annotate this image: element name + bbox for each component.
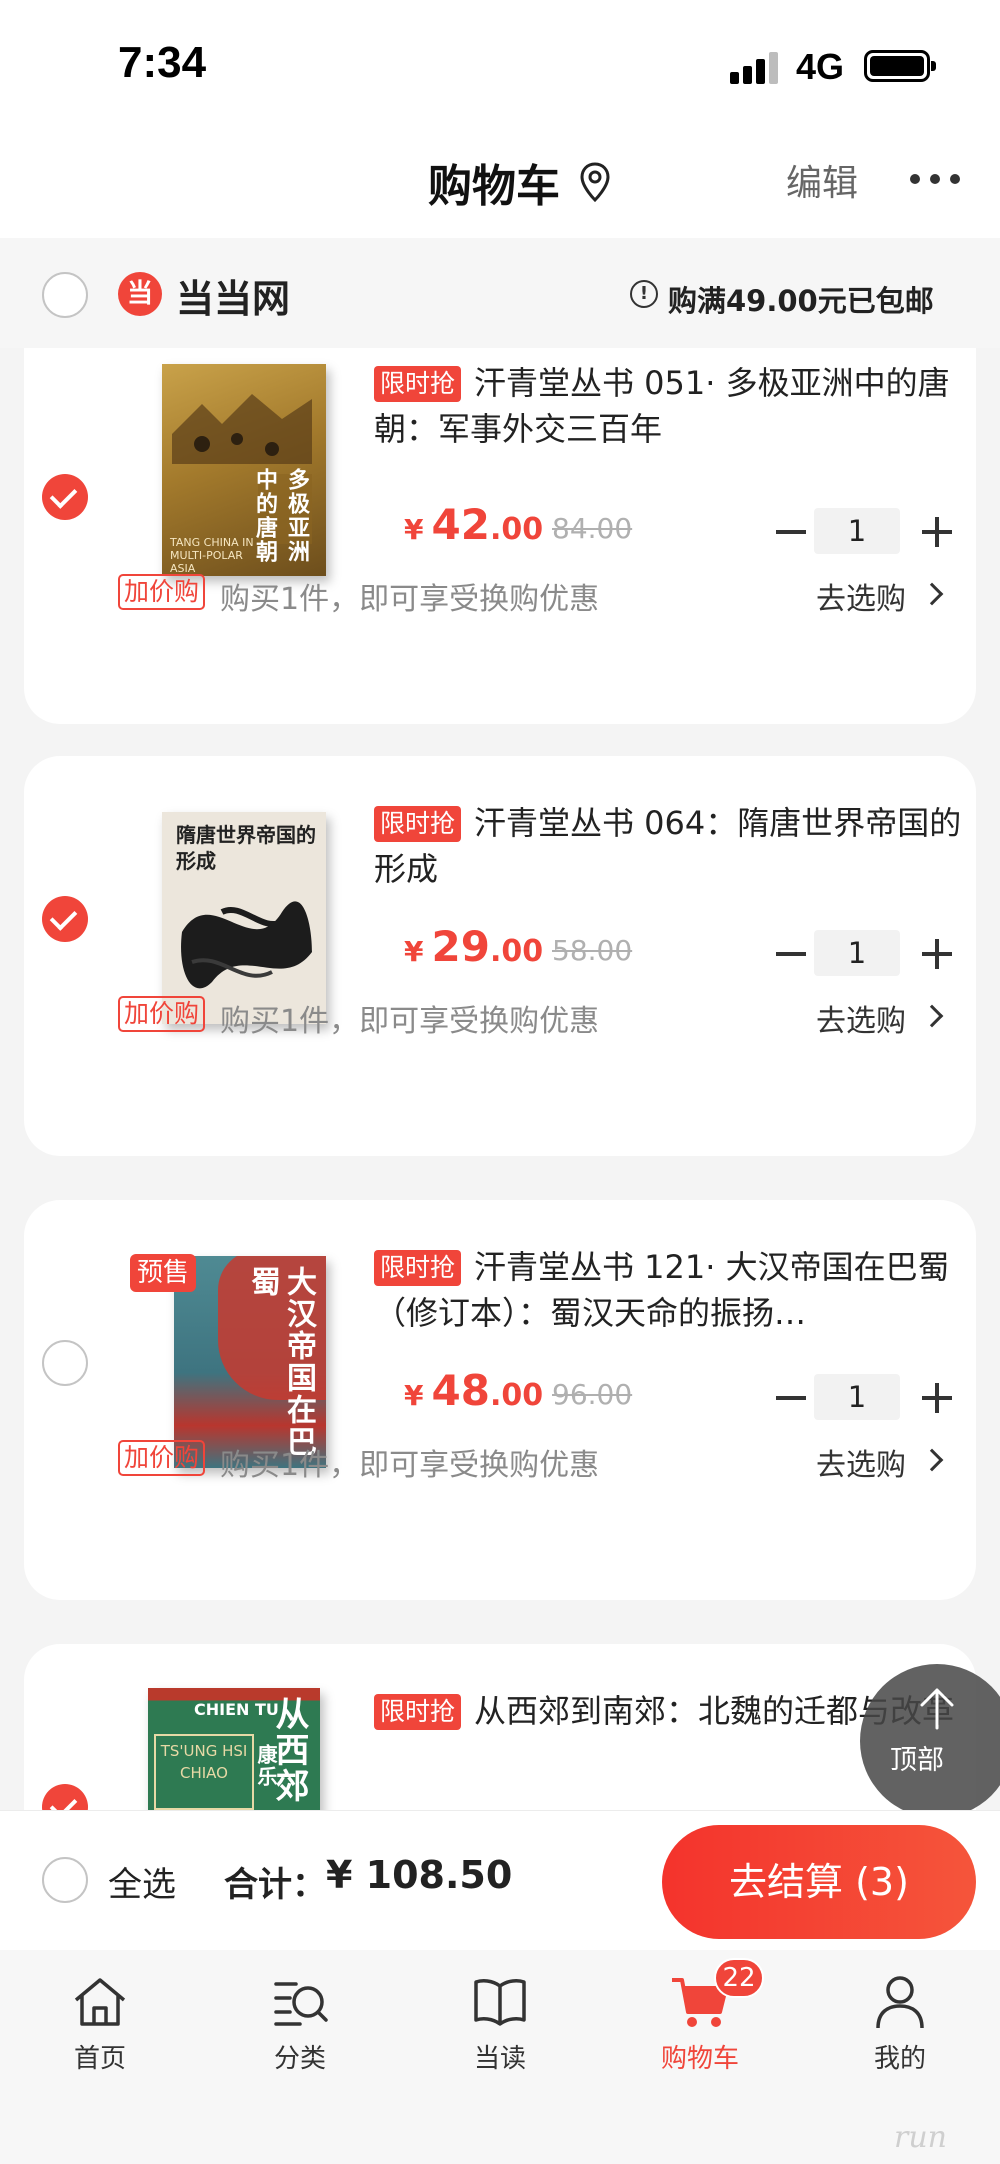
tab-read[interactable]: 当读 (440, 1972, 560, 2092)
quantity-increase-button[interactable] (922, 1383, 952, 1413)
quantity-decrease-button[interactable] (776, 530, 806, 534)
original-price: 96.00 (552, 1378, 633, 1411)
more-options-icon[interactable] (910, 174, 962, 186)
arrow-up-icon (920, 1688, 954, 1730)
signal-icon (730, 52, 780, 84)
shop-header: 当 当当网 ! 购满49.00元已包邮 (0, 238, 1000, 348)
tab-label: 分类 (273, 2044, 326, 2074)
book-title[interactable]: 汗青堂丛书 064：隋唐世界帝国的形成 (374, 800, 964, 892)
cart-count-badge: 22 (714, 1958, 764, 1998)
addon-text: 购买1件，即可享受换购优惠 (220, 1004, 600, 1039)
book-icon (474, 1979, 526, 2026)
cart-item: 大汉帝国在巴蜀 预售 限时抢 汗青堂丛书 121· 大汉帝国在巴蜀（修订本）：蜀… (24, 1200, 976, 1600)
cover-author: 康乐 (254, 1744, 278, 1788)
info-icon: ! (630, 280, 658, 308)
cover-title: 隋唐世界帝国的形成 (176, 823, 316, 873)
presale-badge: 预售 (130, 1254, 196, 1292)
watermark: run (894, 2120, 947, 2155)
current-price: ¥29.00 (404, 922, 544, 971)
book-cover[interactable]: 隋唐世界帝国的形成 (162, 812, 326, 1024)
tab-label: 我的 (873, 2044, 926, 2074)
network-type: 4G (796, 46, 845, 87)
addon-tag: 加价购 (118, 996, 206, 1032)
select-all-checkbox[interactable] (42, 1857, 88, 1903)
cart-item-list[interactable]: 多极亚洲中的唐朝 TANG CHINA IN MULTI-POLAR ASIA … (0, 348, 1000, 1810)
nav-header: 购物车 编辑 (0, 120, 1000, 238)
back-to-top-label: 顶部 (890, 1745, 944, 1776)
quantity-value[interactable]: 1 (814, 930, 900, 976)
tab-home[interactable]: 首页 (40, 1972, 160, 2092)
quantity-decrease-button[interactable] (776, 952, 806, 956)
current-price: ¥42.00 (404, 500, 544, 549)
original-price: 58.00 (552, 934, 633, 967)
item-select-checkbox[interactable] (42, 1340, 88, 1386)
tab-category[interactable]: 分类 (240, 1972, 360, 2092)
item-select-checkbox[interactable] (42, 896, 88, 942)
shop-name[interactable]: 当当网 (176, 268, 290, 323)
cart-item: 隋唐世界帝国的形成 限时抢 汗青堂丛书 064：隋唐世界帝国的形成 ¥29.00… (24, 756, 976, 1156)
quantity-value[interactable]: 1 (814, 1374, 900, 1420)
book-cover[interactable]: CHIEN TU TS'UNG HSI CHIAO 从西郊 康乐 (148, 1688, 320, 1810)
tab-label: 当读 (473, 2044, 526, 2074)
tab-label: 首页 (73, 2044, 126, 2074)
tab-profile[interactable]: 我的 (840, 1972, 960, 2092)
status-bar: 7:34 4G (0, 0, 1000, 120)
shop-select-checkbox[interactable] (42, 272, 88, 318)
page-title: 购物车 (428, 161, 560, 212)
cover-top-text: CHIEN TU (194, 1700, 279, 1719)
quantity-value[interactable]: 1 (814, 508, 900, 554)
edit-button[interactable]: 编辑 (786, 154, 858, 206)
total-value: ¥ 108.50 (326, 1853, 513, 1897)
location-pin-icon[interactable] (580, 162, 610, 202)
addon-text: 购买1件，即可享受换购优惠 (220, 582, 600, 617)
home-icon (74, 1978, 126, 2026)
addon-shop-link[interactable]: 去选购 (816, 1440, 906, 1484)
status-time: 7:34 (118, 38, 207, 87)
cover-subtitle: TANG CHINA IN MULTI-POLAR ASIA (170, 536, 254, 575)
quantity-increase-button[interactable] (922, 939, 952, 969)
addon-text: 购买1件，即可享受换购优惠 (220, 1448, 600, 1483)
quantity-increase-button[interactable] (922, 517, 952, 547)
addon-tag: 加价购 (118, 1440, 206, 1476)
tab-label: 购物车 (660, 2044, 739, 2074)
cart-item: CHIEN TU TS'UNG HSI CHIAO 从西郊 康乐 限时抢 从西郊… (24, 1644, 976, 1810)
category-search-icon (274, 1982, 328, 2026)
cover-title: 大汉帝国在巴蜀 (245, 1266, 316, 1458)
addon-tag: 加价购 (118, 574, 206, 610)
addon-shop-link[interactable]: 去选购 (816, 996, 906, 1040)
book-cover[interactable]: 大汉帝国在巴蜀 (174, 1256, 326, 1468)
dangdang-logo-icon: 当 (118, 272, 162, 316)
cart-item: 多极亚洲中的唐朝 TANG CHINA IN MULTI-POLAR ASIA … (24, 348, 976, 724)
shipping-note: 购满49.00元已包邮 (668, 284, 934, 318)
profile-icon (876, 1976, 924, 2029)
cover-latin: TS'UNG HSI CHIAO (154, 1734, 254, 1810)
original-price: 84.00 (552, 512, 633, 545)
battery-icon (864, 50, 936, 82)
book-title[interactable]: 汗青堂丛书 051· 多极亚洲中的唐朝：军事外交三百年 (374, 360, 964, 452)
book-title[interactable]: 汗青堂丛书 121· 大汉帝国在巴蜀（修订本）：蜀汉天命的振扬… (374, 1244, 964, 1336)
quantity-decrease-button[interactable] (776, 1396, 806, 1400)
bottom-tab-bar: 首页 分类 当读 22 购物车 我的 (0, 1950, 1000, 2164)
tab-cart[interactable]: 22 购物车 (640, 1958, 764, 2092)
addon-shop-link[interactable]: 去选购 (816, 574, 906, 618)
current-price: ¥48.00 (404, 1366, 544, 1415)
item-select-checkbox[interactable] (42, 474, 88, 520)
checkout-summary-bar: 全选 合计： ¥ 108.50 去结算 (3) (0, 1810, 1000, 1950)
item-select-checkbox[interactable] (42, 1784, 88, 1810)
total-label: 合计： (224, 1865, 326, 1905)
book-cover[interactable]: 多极亚洲中的唐朝 TANG CHINA IN MULTI-POLAR ASIA (162, 364, 326, 576)
chevron-right-icon (920, 1448, 944, 1472)
select-all-label[interactable]: 全选 (108, 1857, 176, 1906)
chevron-right-icon (920, 582, 944, 606)
checkout-button[interactable]: 去结算 (3) (662, 1825, 976, 1939)
chevron-right-icon (920, 1004, 944, 1028)
